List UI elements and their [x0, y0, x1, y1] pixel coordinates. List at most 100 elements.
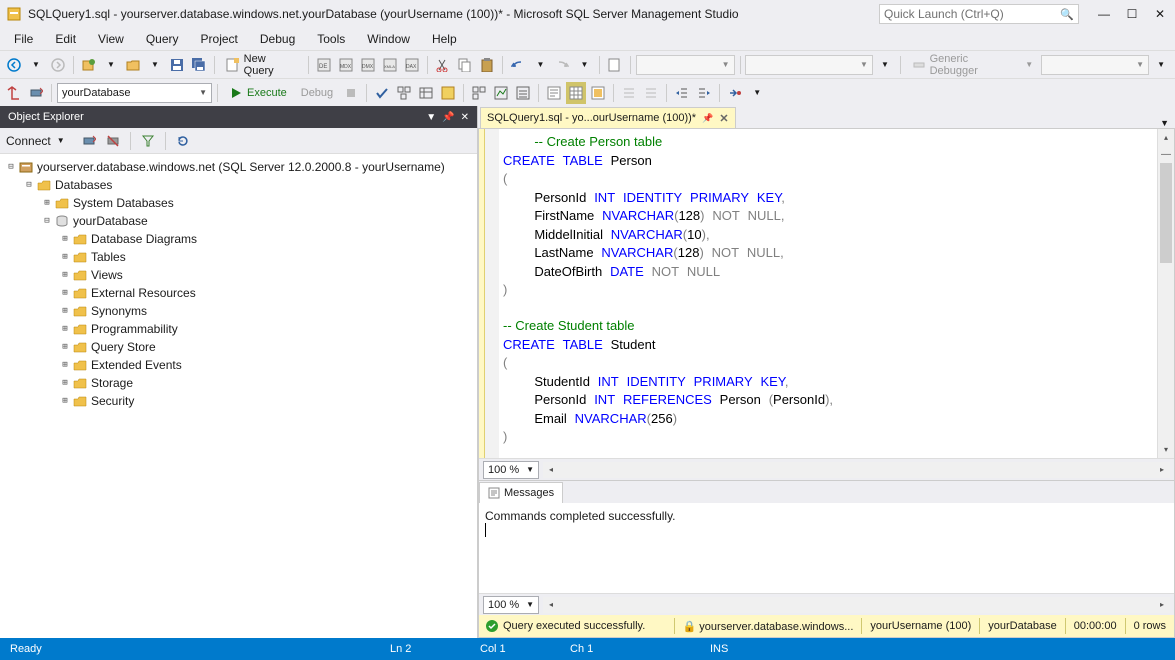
specify-values-button[interactable]: [725, 82, 745, 104]
tree-child[interactable]: ⊞Programmability: [0, 320, 477, 338]
xmla-button[interactable]: XMLA: [380, 54, 400, 76]
de-button[interactable]: DE: [314, 54, 334, 76]
redo-button[interactable]: [552, 54, 572, 76]
new-query-button[interactable]: New Query: [220, 54, 304, 76]
increase-indent-button[interactable]: [694, 82, 714, 104]
registered-servers-button[interactable]: [4, 82, 24, 104]
parse-button[interactable]: [372, 82, 392, 104]
results-file-button[interactable]: [588, 82, 608, 104]
paste-button[interactable]: [477, 54, 497, 76]
tree-child[interactable]: ⊞Security: [0, 392, 477, 410]
database-combo[interactable]: yourDatabase▼: [57, 83, 212, 103]
results-grid-button[interactable]: [566, 82, 586, 104]
messages-hscrollbar[interactable]: ◂▸: [543, 597, 1170, 613]
menu-view[interactable]: View: [88, 30, 134, 48]
menu-file[interactable]: File: [4, 30, 43, 48]
client-stats-button[interactable]: [513, 82, 533, 104]
live-stats-button[interactable]: [491, 82, 511, 104]
redo-dropdown[interactable]: ▼: [574, 54, 594, 76]
menu-window[interactable]: Window: [357, 30, 420, 48]
tree-sysdb[interactable]: ⊞System Databases: [0, 194, 477, 212]
tree-child[interactable]: ⊞External Resources: [0, 284, 477, 302]
results-text-button[interactable]: [544, 82, 564, 104]
new-project-button[interactable]: [79, 54, 99, 76]
tab-close-icon[interactable]: ✕: [719, 112, 728, 125]
execute-button[interactable]: Execute: [223, 82, 293, 104]
tree-child[interactable]: ⊞Query Store: [0, 338, 477, 356]
object-explorer-tree[interactable]: ⊟yourserver.database.windows.net (SQL Se…: [0, 154, 477, 638]
solution-platform-combo[interactable]: ▼: [745, 55, 872, 75]
dax-button[interactable]: DAX: [402, 54, 422, 76]
stop-button[interactable]: [103, 130, 123, 152]
open-dropdown[interactable]: ▼: [145, 54, 165, 76]
messages-body[interactable]: Commands completed successfully.: [479, 503, 1174, 593]
menu-query[interactable]: Query: [136, 30, 189, 48]
decrease-indent-button[interactable]: [672, 82, 692, 104]
uncomment-button[interactable]: [641, 82, 661, 104]
debugger-process-combo[interactable]: ▼: [1041, 55, 1149, 75]
dmx-button[interactable]: DMX: [358, 54, 378, 76]
copy-button[interactable]: [455, 54, 475, 76]
tree-server[interactable]: ⊟yourserver.database.windows.net (SQL Se…: [0, 158, 477, 176]
saveall-button[interactable]: [189, 54, 209, 76]
pane-close-icon[interactable]: ✕: [461, 112, 469, 123]
cancel-query-button[interactable]: [341, 82, 361, 104]
tab-pin-icon[interactable]: 📌: [702, 113, 713, 124]
actual-plan-button[interactable]: [469, 82, 489, 104]
undo-button[interactable]: [508, 54, 528, 76]
cut-button[interactable]: [433, 54, 453, 76]
forward-button[interactable]: [48, 54, 68, 76]
scroll-up-arrow[interactable]: ▴: [1158, 129, 1174, 146]
solution-config-combo[interactable]: ▼: [636, 55, 734, 75]
tree-child[interactable]: ⊞Views: [0, 266, 477, 284]
maximize-button[interactable]: ☐: [1123, 7, 1141, 21]
pane-dropdown-icon[interactable]: ▼: [426, 112, 436, 123]
debugger-combo[interactable]: Generic Debugger▼: [906, 54, 1039, 76]
menu-help[interactable]: Help: [422, 30, 467, 48]
new-project-dropdown[interactable]: ▼: [101, 54, 121, 76]
menu-project[interactable]: Project: [191, 30, 248, 48]
tree-child[interactable]: ⊞Synonyms: [0, 302, 477, 320]
connect-button[interactable]: Connect: [6, 134, 51, 148]
toolbar-overflow[interactable]: ▼: [747, 82, 767, 104]
refresh-button[interactable]: [173, 130, 193, 152]
menu-tools[interactable]: Tools: [307, 30, 355, 48]
change-connection-button[interactable]: [26, 82, 46, 104]
zoom-selector[interactable]: 100 %▼: [483, 461, 539, 479]
minimize-button[interactable]: —: [1095, 7, 1113, 21]
save-button[interactable]: [167, 54, 187, 76]
tree-child[interactable]: ⊞Extended Events: [0, 356, 477, 374]
tree-child[interactable]: ⊞Database Diagrams: [0, 230, 477, 248]
disconnect-button[interactable]: [79, 130, 99, 152]
menu-debug[interactable]: Debug: [250, 30, 305, 48]
back-button[interactable]: [4, 54, 24, 76]
pane-pin-icon[interactable]: 📌: [442, 112, 454, 123]
tree-child[interactable]: ⊞Tables: [0, 248, 477, 266]
scroll-down-arrow[interactable]: ▾: [1158, 441, 1174, 458]
quick-launch-input[interactable]: Quick Launch (Ctrl+Q) 🔍: [879, 4, 1079, 24]
intellisense-button[interactable]: [438, 82, 458, 104]
filter-button[interactable]: [138, 130, 158, 152]
debug-button[interactable]: Debug: [295, 82, 339, 104]
back-dropdown[interactable]: ▼: [26, 54, 46, 76]
editor-tab[interactable]: SQLQuery1.sql - yo...ourUsername (100))*…: [480, 107, 736, 128]
editor-vscrollbar[interactable]: ▴ — ▾: [1157, 129, 1174, 458]
platform-dropdown[interactable]: ▼: [875, 54, 895, 76]
undo-dropdown[interactable]: ▼: [530, 54, 550, 76]
tree-userdb[interactable]: ⊟yourDatabase: [0, 212, 477, 230]
tree-databases[interactable]: ⊟Databases: [0, 176, 477, 194]
messages-tab[interactable]: Messages: [479, 482, 563, 503]
mdx-button[interactable]: MDX: [336, 54, 356, 76]
query-options-button[interactable]: [416, 82, 436, 104]
close-button[interactable]: ✕: [1151, 7, 1169, 21]
estimated-plan-button[interactable]: [394, 82, 414, 104]
messages-zoom-selector[interactable]: 100 %▼: [483, 596, 539, 614]
menu-edit[interactable]: Edit: [45, 30, 86, 48]
stack-frame-dropdown[interactable]: ▼: [1151, 54, 1171, 76]
editor-hscrollbar[interactable]: ◂▸: [543, 462, 1170, 478]
open-file-button[interactable]: [123, 54, 143, 76]
find-button[interactable]: [605, 54, 625, 76]
sql-code[interactable]: -- Create Person table CREATE TABLE Pers…: [499, 129, 1157, 458]
comment-button[interactable]: [619, 82, 639, 104]
tab-list-dropdown[interactable]: ▼: [1154, 118, 1175, 128]
